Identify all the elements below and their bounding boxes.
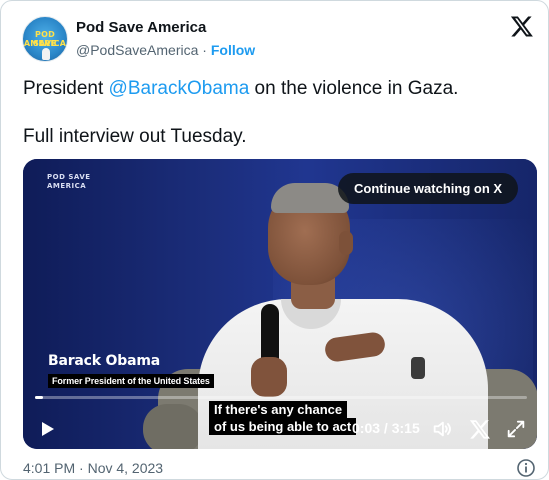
- video-controls: 0:03 / 3:15: [23, 409, 537, 449]
- current-time: 0:03: [352, 420, 381, 436]
- x-icon[interactable]: [469, 418, 491, 440]
- video-microphone: [261, 304, 279, 364]
- video-brand-logo: POD SAVE AMERICA: [47, 173, 91, 190]
- lower-third-name: Barack Obama: [48, 353, 160, 369]
- avatar-text-line2: AMERICA: [23, 39, 67, 48]
- expand-icon[interactable]: [505, 418, 527, 440]
- separator-dot: ·: [202, 42, 207, 58]
- video-player[interactable]: POD SAVE AMERICA Continue watching on X …: [23, 159, 537, 449]
- follow-button[interactable]: Follow: [211, 42, 255, 58]
- lower-third-title: Former President of the United States: [48, 374, 214, 388]
- handle-row: @PodSaveAmerica · Follow: [76, 42, 255, 58]
- account-name[interactable]: Pod Save America: [76, 19, 206, 36]
- progress-bar[interactable]: [35, 396, 527, 399]
- info-icon[interactable]: [516, 458, 536, 478]
- progress-bar-fill: [35, 396, 43, 399]
- tweet-card: POD SAVE AMERICA Pod Save America @PodSa…: [0, 0, 549, 480]
- play-icon[interactable]: [37, 419, 57, 439]
- time-display: 0:03 / 3:15: [352, 420, 420, 436]
- avatar[interactable]: POD SAVE AMERICA: [22, 16, 68, 62]
- tweet-timestamp[interactable]: 4:01 PM · Nov 4, 2023: [23, 460, 163, 476]
- tweet-text-suffix: on the violence in Gaza.: [249, 78, 459, 99]
- tweet-text-line2: Full interview out Tuesday.: [23, 126, 247, 147]
- tweet-text-prefix: President: [23, 78, 109, 99]
- continue-watching-button[interactable]: Continue watching on X: [338, 173, 519, 204]
- x-logo-icon[interactable]: [510, 14, 534, 38]
- account-handle[interactable]: @PodSaveAmerica: [76, 42, 198, 58]
- microphone-icon: [42, 48, 50, 60]
- tweet-text-line1: President @BarackObama on the violence i…: [23, 77, 458, 101]
- mention-link[interactable]: @BarackObama: [109, 78, 250, 99]
- duration: 3:15: [391, 420, 420, 436]
- volume-icon[interactable]: [431, 418, 453, 440]
- lower-third: Barack Obama Former President of the Uni…: [48, 353, 214, 389]
